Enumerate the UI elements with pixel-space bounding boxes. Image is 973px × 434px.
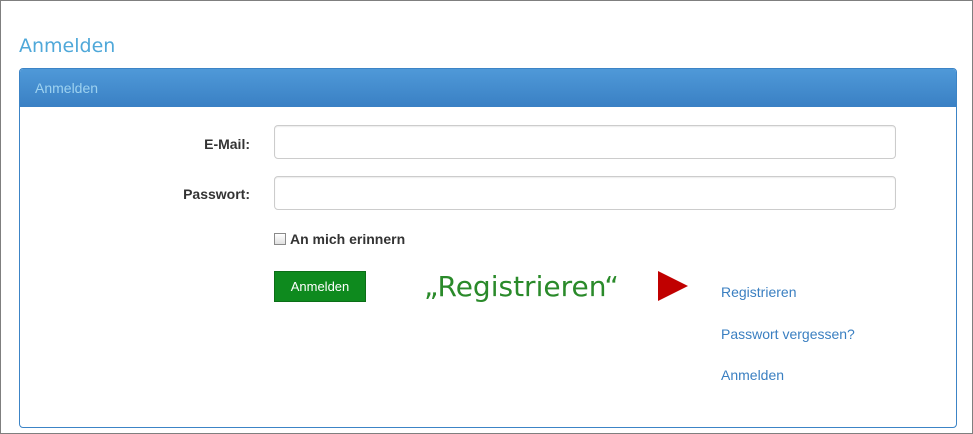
email-label: E-Mail:	[204, 136, 250, 152]
password-label: Passwort:	[183, 186, 250, 202]
login-panel: Anmelden E-Mail: Passwort: An mich erinn…	[19, 68, 957, 428]
annotation-text: „Registrieren“	[424, 270, 619, 303]
window-frame: Anmelden Anmelden E-Mail: Passwort: An m…	[0, 0, 973, 434]
page-title: Anmelden	[19, 35, 116, 57]
remember-me[interactable]: An mich erinnern	[274, 231, 405, 247]
panel-heading: Anmelden	[20, 69, 956, 107]
register-link[interactable]: Registrieren	[721, 284, 796, 300]
arrow-right-icon	[658, 271, 688, 301]
remember-checkbox[interactable]	[274, 233, 286, 245]
password-field[interactable]	[274, 176, 896, 210]
login-link[interactable]: Anmelden	[721, 367, 784, 383]
forgot-password-link[interactable]: Passwort vergessen?	[721, 326, 855, 342]
login-button[interactable]: Anmelden	[274, 271, 366, 302]
remember-label: An mich erinnern	[290, 231, 406, 247]
email-field[interactable]	[274, 125, 896, 159]
